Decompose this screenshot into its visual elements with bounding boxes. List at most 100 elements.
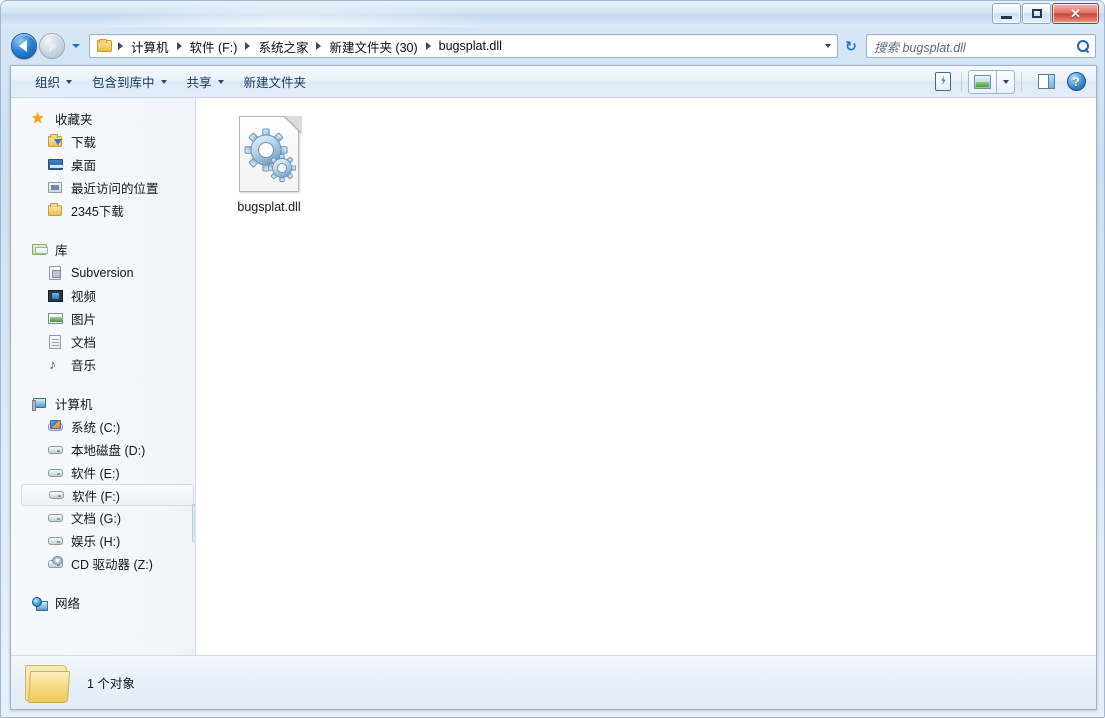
sidebar-group-libraries[interactable]: 库 (11, 238, 195, 261)
chevron-down-icon (1002, 79, 1009, 84)
new-folder-label: 新建文件夹 (243, 76, 307, 90)
sidebar-group-network-label: 网络 (55, 597, 81, 611)
breadcrumb-separator-icon (245, 42, 251, 50)
sidebar-item-videos-label: 视频 (71, 290, 97, 304)
breadcrumb-item-bugsplat[interactable]: bugsplat.dll (434, 37, 507, 55)
sidebar-item-drive-g[interactable]: 文档 (G:) (11, 506, 195, 529)
search-icon[interactable] (1071, 40, 1095, 52)
cd-drive-icon (47, 555, 64, 572)
sidebar-item-drive-e[interactable]: 软件 (E:) (11, 461, 195, 484)
sidebar-item-videos[interactable]: 视频 (11, 284, 195, 307)
view-mode-dropdown-button[interactable] (997, 69, 1015, 94)
sidebar-item-pictures[interactable]: 图片 (11, 307, 195, 330)
breadcrumb-separator-icon (176, 42, 182, 50)
sidebar-item-drive-d[interactable]: 本地磁盘 (D:) (11, 438, 195, 461)
sidebar-item-2345download[interactable]: 2345下载 (11, 199, 195, 222)
sidebar-group-libraries-label: 库 (55, 244, 68, 258)
minimize-button[interactable] (992, 3, 1021, 24)
history-dropdown-button[interactable] (68, 35, 84, 57)
gear-small-icon (268, 154, 296, 182)
sidebar-group-network[interactable]: 网络 (11, 591, 195, 614)
sidebar-item-cd-drive-z-label: CD 驱动器 (Z:) (71, 558, 153, 572)
help-button[interactable]: ? (1064, 70, 1088, 94)
title-bar-highlight (81, 1, 501, 27)
sidebar-item-drive-c-label: 系统 (C:) (71, 421, 121, 435)
refresh-button[interactable]: ↻ (839, 39, 863, 53)
documents-icon (47, 334, 64, 350)
sidebar-group-favorites[interactable]: ★ 收藏夹 (11, 107, 195, 130)
sidebar-item-documents[interactable]: 文档 (11, 330, 195, 353)
toolbar: 组织 包含到库中 共享 新建文件夹 ? (11, 66, 1096, 98)
toolbar-right-group: ? (925, 69, 1088, 94)
file-item-bugsplat-dll[interactable]: bugsplat.dll (214, 112, 324, 215)
subversion-icon (47, 265, 64, 281)
video-icon (47, 288, 64, 304)
explorer-window: ✕ 计算机 软件 (F:) 系统之家 新建文件夹 (30) bugsplat.d… (0, 0, 1105, 718)
sidebar-item-music[interactable]: ♪ 音乐 (11, 353, 195, 376)
address-bar-row: 计算机 软件 (F:) 系统之家 新建文件夹 (30) bugsplat.dll… (1, 29, 1104, 63)
sidebar-item-recent-places[interactable]: 最近访问的位置 (11, 176, 195, 199)
share-button[interactable]: 共享 (179, 70, 232, 94)
sidebar-item-drive-f-label: 软件 (F:) (72, 489, 120, 504)
back-arrow-icon (19, 40, 27, 52)
body-split: ★ 收藏夹 下载 桌面 最近访问的位置 2345下载 库 Subversion … (11, 98, 1096, 677)
toolbar-left-group: 组织 包含到库中 共享 新建文件夹 (23, 70, 314, 94)
chevron-down-icon (66, 79, 73, 84)
sidebar-item-desktop[interactable]: 桌面 (11, 153, 195, 176)
media-preview-button[interactable] (931, 70, 955, 94)
breadcrumb-separator-icon (425, 42, 431, 50)
title-bar[interactable] (1, 1, 1104, 27)
restore-button[interactable] (1022, 3, 1051, 24)
desktop-icon (47, 157, 64, 173)
system-drive-icon (47, 419, 64, 435)
include-in-library-button[interactable]: 包含到库中 (84, 70, 175, 94)
view-mode-button[interactable] (968, 69, 997, 94)
star-icon: ★ (31, 109, 45, 127)
sidebar-group-computer-label: 计算机 (55, 398, 93, 412)
chevron-down-icon (825, 44, 831, 48)
forward-button[interactable] (39, 33, 65, 59)
file-list-pane[interactable]: bugsplat.dll (196, 98, 1096, 677)
sidebar-item-drive-f[interactable]: 软件 (F:) (21, 484, 194, 506)
organize-button[interactable]: 组织 (27, 70, 80, 94)
breadcrumb-item-xitongzhijia[interactable]: 系统之家 (253, 35, 313, 58)
sidebar-item-drive-c[interactable]: 系统 (C:) (11, 415, 195, 438)
address-dropdown-button[interactable] (819, 44, 837, 48)
folder-icon (47, 202, 64, 219)
forward-arrow-icon (49, 40, 57, 52)
sidebar-item-drive-g-label: 文档 (G:) (71, 512, 121, 526)
chevron-down-icon (72, 44, 80, 48)
sidebar-item-subversion[interactable]: Subversion (11, 261, 195, 284)
breadcrumb-separator-icon (118, 42, 123, 50)
address-bar[interactable]: 计算机 软件 (F:) 系统之家 新建文件夹 (30) bugsplat.dll (89, 34, 838, 58)
preview-pane-button[interactable] (1034, 70, 1058, 94)
include-in-library-label: 包含到库中 (92, 76, 155, 90)
search-box[interactable]: 搜索 bugsplat.dll (866, 34, 1096, 58)
close-button[interactable]: ✕ (1052, 3, 1099, 24)
drive-icon (47, 442, 64, 458)
breadcrumb-item-computer[interactable]: 计算机 (126, 35, 174, 58)
music-icon: ♪ (49, 355, 56, 372)
back-button[interactable] (11, 33, 37, 59)
breadcrumb-item-drive-f[interactable]: 软件 (F:) (185, 35, 243, 58)
search-input[interactable]: 搜索 bugsplat.dll (867, 37, 1071, 56)
sidebar-item-downloads-label: 下载 (71, 136, 97, 150)
new-folder-button[interactable]: 新建文件夹 (236, 70, 315, 94)
navigation-buttons (11, 33, 84, 59)
status-bar: 1 个对象 (11, 655, 1096, 709)
breadcrumb-separator-icon (316, 42, 322, 50)
sidebar-item-desktop-label: 桌面 (71, 159, 97, 173)
drive-icon (47, 465, 64, 481)
close-icon: ✕ (1070, 5, 1081, 21)
sidebar-group-computer[interactable]: 计算机 (11, 392, 195, 415)
breadcrumb: 计算机 软件 (F:) 系统之家 新建文件夹 (30) bugsplat.dll (90, 35, 819, 58)
sidebar-item-cd-drive-z[interactable]: CD 驱动器 (Z:) (11, 552, 195, 575)
status-object-count: 1 个对象 (87, 677, 135, 691)
sidebar-item-drive-h[interactable]: 娱乐 (H:) (11, 529, 195, 552)
breadcrumb-item-new-folder-30[interactable]: 新建文件夹 (30) (324, 35, 422, 58)
folder-large-icon (23, 661, 73, 707)
sidebar-item-downloads[interactable]: 下载 (11, 130, 195, 153)
minimize-icon (1001, 15, 1012, 19)
